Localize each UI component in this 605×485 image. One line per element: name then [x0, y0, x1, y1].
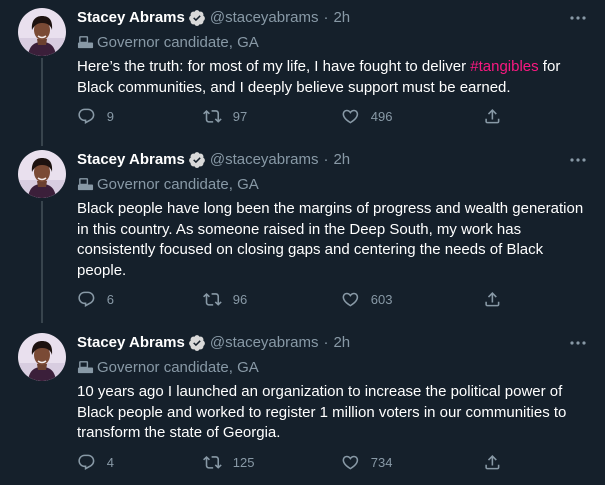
author-name[interactable]: Stacey Abrams: [77, 8, 185, 28]
verified-badge-icon: [188, 334, 206, 352]
avatar[interactable]: [18, 150, 66, 198]
label-text: Governor candidate, GA: [97, 358, 259, 376]
more-options-icon[interactable]: [567, 332, 589, 354]
tweet-text: Black people have long been the margins …: [77, 200, 588, 279]
like-icon: [341, 290, 360, 309]
reply-button[interactable]: 6: [77, 290, 114, 309]
retweet-count: 125: [232, 454, 255, 470]
tweet-text: 10 years ago I launched an organization …: [77, 383, 571, 441]
reply-count: 6: [106, 291, 114, 307]
author-handle[interactable]: @staceyabrams: [210, 333, 319, 353]
action-bar: 4 125 734: [77, 453, 507, 473]
retweet-button[interactable]: 97: [203, 107, 247, 126]
like-button[interactable]: 603: [341, 290, 392, 309]
tweet-text: Here’s the truth: for most of my life, I…: [77, 57, 593, 98]
separator-dot: ·: [323, 9, 329, 26]
like-icon: [341, 453, 360, 472]
reply-icon: [77, 107, 96, 126]
share-icon: [483, 107, 502, 126]
like-count: 496: [370, 108, 393, 124]
ballot-box-icon: [77, 34, 94, 51]
tweet-text-part: Here’s the truth: for most of my life, I…: [77, 58, 471, 75]
reply-icon: [77, 453, 96, 472]
share-button[interactable]: [483, 453, 513, 472]
retweet-button[interactable]: 96: [203, 290, 247, 309]
like-count: 734: [370, 454, 393, 470]
more-options-icon[interactable]: [567, 149, 589, 171]
share-icon: [483, 453, 502, 472]
reply-button[interactable]: 9: [77, 107, 114, 126]
action-bar: 6 96 603: [77, 290, 507, 310]
like-count: 603: [370, 291, 393, 307]
verified-badge-icon: [188, 9, 206, 27]
retweet-icon: [203, 290, 222, 309]
timestamp[interactable]: 2h: [333, 150, 350, 170]
retweet-count: 96: [232, 291, 248, 307]
author-handle[interactable]: @staceyabrams: [210, 8, 319, 28]
timestamp[interactable]: 2h: [333, 8, 350, 28]
retweet-icon: [203, 453, 222, 472]
author-handle[interactable]: @staceyabrams: [210, 150, 319, 170]
verified-badge-icon: [188, 151, 206, 169]
ballot-box-icon: [77, 359, 94, 376]
action-bar: 9 97 496: [77, 107, 507, 127]
like-button[interactable]: 496: [341, 107, 392, 126]
author-name[interactable]: Stacey Abrams: [77, 333, 185, 353]
reply-button[interactable]: 4: [77, 453, 114, 472]
retweet-icon: [203, 107, 222, 126]
like-button[interactable]: 734: [341, 453, 392, 472]
ballot-box-icon: [77, 176, 94, 193]
separator-dot: ·: [323, 151, 329, 168]
avatar[interactable]: [18, 333, 66, 381]
thread-line: [41, 58, 43, 146]
share-icon: [483, 290, 502, 309]
author-name[interactable]: Stacey Abrams: [77, 150, 185, 170]
retweet-count: 97: [232, 108, 248, 124]
label-text: Governor candidate, GA: [97, 33, 259, 51]
timestamp[interactable]: 2h: [333, 333, 350, 353]
more-options-icon[interactable]: [567, 7, 589, 29]
avatar[interactable]: [18, 8, 66, 56]
government-label[interactable]: Governor candidate, GA: [77, 32, 593, 52]
hashtag-link[interactable]: #tangibles: [470, 58, 538, 75]
government-label[interactable]: Governor candidate, GA: [77, 174, 593, 194]
government-label[interactable]: Governor candidate, GA: [77, 357, 593, 377]
thread-line: [41, 201, 43, 323]
reply-icon: [77, 290, 96, 309]
share-button[interactable]: [483, 107, 513, 126]
like-icon: [341, 107, 360, 126]
share-button[interactable]: [483, 290, 513, 309]
reply-count: 9: [106, 108, 114, 124]
reply-count: 4: [106, 454, 114, 470]
label-text: Governor candidate, GA: [97, 175, 259, 193]
separator-dot: ·: [323, 334, 329, 351]
retweet-button[interactable]: 125: [203, 453, 254, 472]
